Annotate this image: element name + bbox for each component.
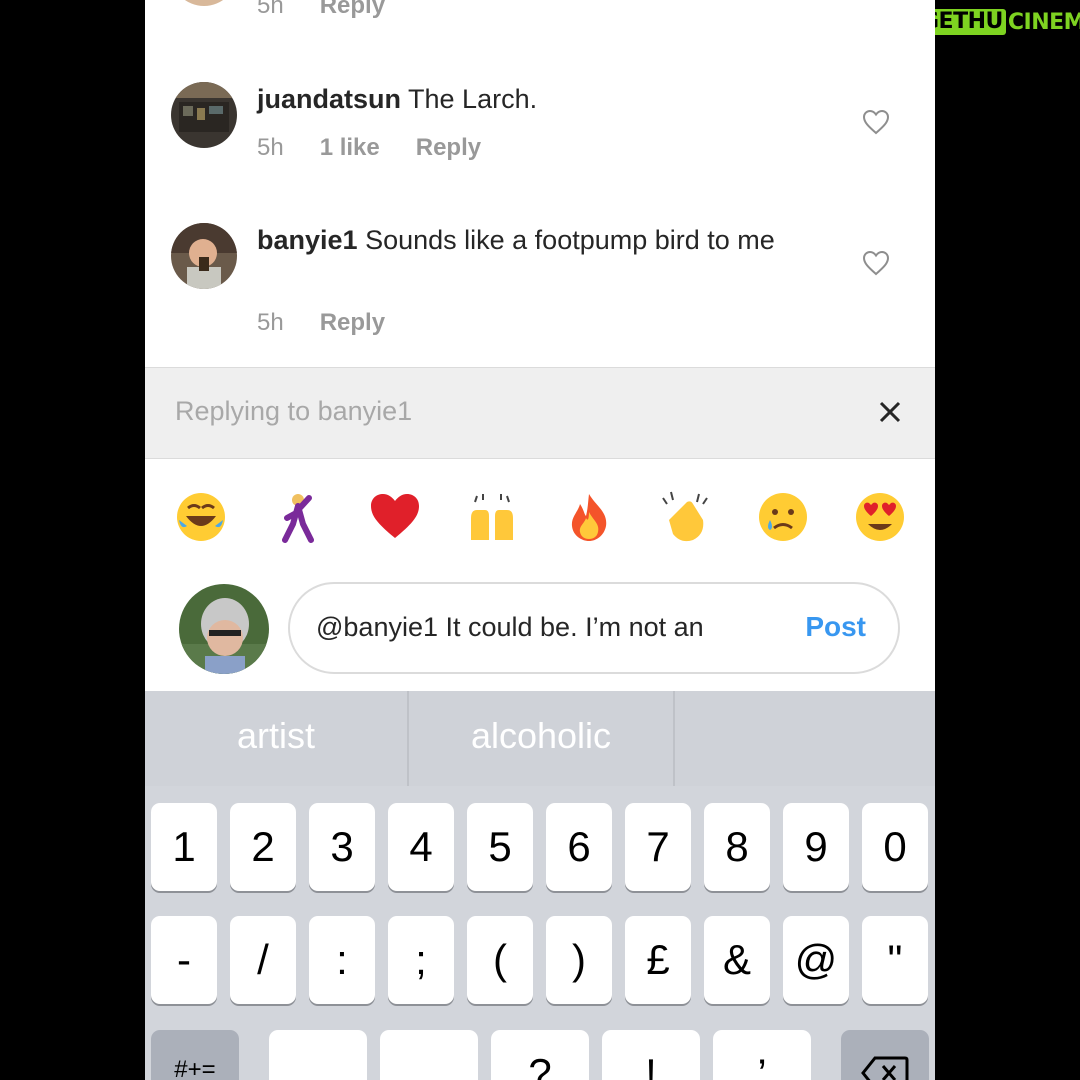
key[interactable]: (	[467, 916, 533, 1004]
suggestion-item[interactable]: artist	[145, 691, 407, 786]
comment-text: juandatsun The Larch.	[257, 82, 817, 116]
heart-icon[interactable]	[862, 109, 890, 135]
keyboard: 1234567890 - /:;() £ & @ " #+= . , ? ! ’	[145, 786, 935, 1080]
replying-to-label: Replying to banyie1	[175, 396, 413, 426]
avatar[interactable]	[171, 223, 237, 289]
key[interactable]: -	[151, 916, 217, 1004]
key-exclamation[interactable]: !	[602, 1030, 700, 1080]
watermark-logo: GETHU CINEMA	[918, 8, 1080, 36]
key[interactable]: £	[625, 916, 691, 1004]
heart-icon[interactable]	[862, 250, 890, 276]
comment-time: 5h	[257, 134, 284, 161]
comment-meta: 5h Reply	[257, 309, 421, 337]
key[interactable]: 8	[704, 803, 770, 891]
likes-count[interactable]: 1 like	[320, 134, 380, 162]
avatar-photo	[179, 584, 269, 674]
key[interactable]: 5	[467, 803, 533, 891]
comment-content: Sounds like a footpump bird to me	[365, 225, 775, 255]
key[interactable]: 2	[230, 803, 296, 891]
comment-time: 5h	[257, 309, 284, 336]
comment-meta: 5h Reply	[257, 0, 421, 20]
comment-input-value[interactable]: @banyie1 It could be. I’m not an	[316, 612, 704, 643]
key-period[interactable]: .	[269, 1030, 367, 1080]
emoji-heart-eyes[interactable]	[853, 490, 907, 544]
key-apostrophe[interactable]: ’	[713, 1030, 811, 1080]
key-question[interactable]: ?	[491, 1030, 589, 1080]
key[interactable]: 6	[546, 803, 612, 891]
post-button[interactable]: Post	[805, 611, 866, 643]
key[interactable]: 9	[783, 803, 849, 891]
reply-link[interactable]: Reply	[320, 0, 385, 20]
backspace-key[interactable]	[841, 1030, 929, 1080]
suggestion-item[interactable]	[675, 691, 935, 786]
backspace-icon	[861, 1056, 909, 1080]
avatar-photo	[171, 82, 237, 148]
key[interactable]: 1	[151, 803, 217, 891]
comment-time: 5h	[257, 0, 284, 19]
comment-content: The Larch.	[408, 84, 538, 114]
emoji-raised-hands[interactable]	[465, 490, 519, 544]
reply-link[interactable]: Reply	[320, 309, 385, 337]
phone-screen: 5h Reply juandatsun The Larch. 5h 1 like	[145, 0, 935, 1080]
comment-meta: 5h 1 like Reply	[257, 134, 517, 162]
key[interactable]: 4	[388, 803, 454, 891]
comment-username[interactable]: banyie1	[257, 225, 358, 255]
close-icon[interactable]	[876, 398, 904, 426]
predictive-text-bar: artist alcoholic	[145, 691, 935, 786]
quick-emoji-bar	[145, 460, 935, 575]
emoji-clap[interactable]	[659, 490, 713, 544]
key[interactable]: ;	[388, 916, 454, 1004]
comment-username[interactable]: juandatsun	[257, 84, 401, 114]
key[interactable]: 7	[625, 803, 691, 891]
comment-text: banyie1 Sounds like a footpump bird to m…	[257, 223, 817, 257]
key[interactable]: &	[704, 916, 770, 1004]
comment-input[interactable]: @banyie1 It could be. I’m not an Post	[288, 582, 900, 674]
symbols-key[interactable]: #+=	[151, 1030, 239, 1080]
key[interactable]: 3	[309, 803, 375, 891]
emoji-heart[interactable]	[368, 490, 422, 544]
emoji-cry[interactable]	[756, 490, 810, 544]
avatar[interactable]	[171, 0, 237, 6]
emoji-dancer[interactable]	[271, 490, 325, 544]
emoji-fire[interactable]	[562, 490, 616, 544]
reply-link[interactable]: Reply	[416, 134, 481, 162]
avatar[interactable]	[171, 82, 237, 148]
replying-to-bar: Replying to banyie1	[145, 367, 935, 459]
key[interactable]: :	[309, 916, 375, 1004]
key[interactable]: 0	[862, 803, 928, 891]
key[interactable]: /	[230, 916, 296, 1004]
suggestion-item[interactable]: alcoholic	[409, 691, 673, 786]
watermark-part-b: CINEMA	[1007, 9, 1080, 35]
key[interactable]: "	[862, 916, 928, 1004]
avatar-photo	[171, 223, 237, 289]
key-comma[interactable]: ,	[380, 1030, 478, 1080]
emoji-joy[interactable]	[174, 490, 228, 544]
current-user-avatar	[179, 584, 269, 674]
key[interactable]: )	[546, 916, 612, 1004]
key[interactable]: @	[783, 916, 849, 1004]
